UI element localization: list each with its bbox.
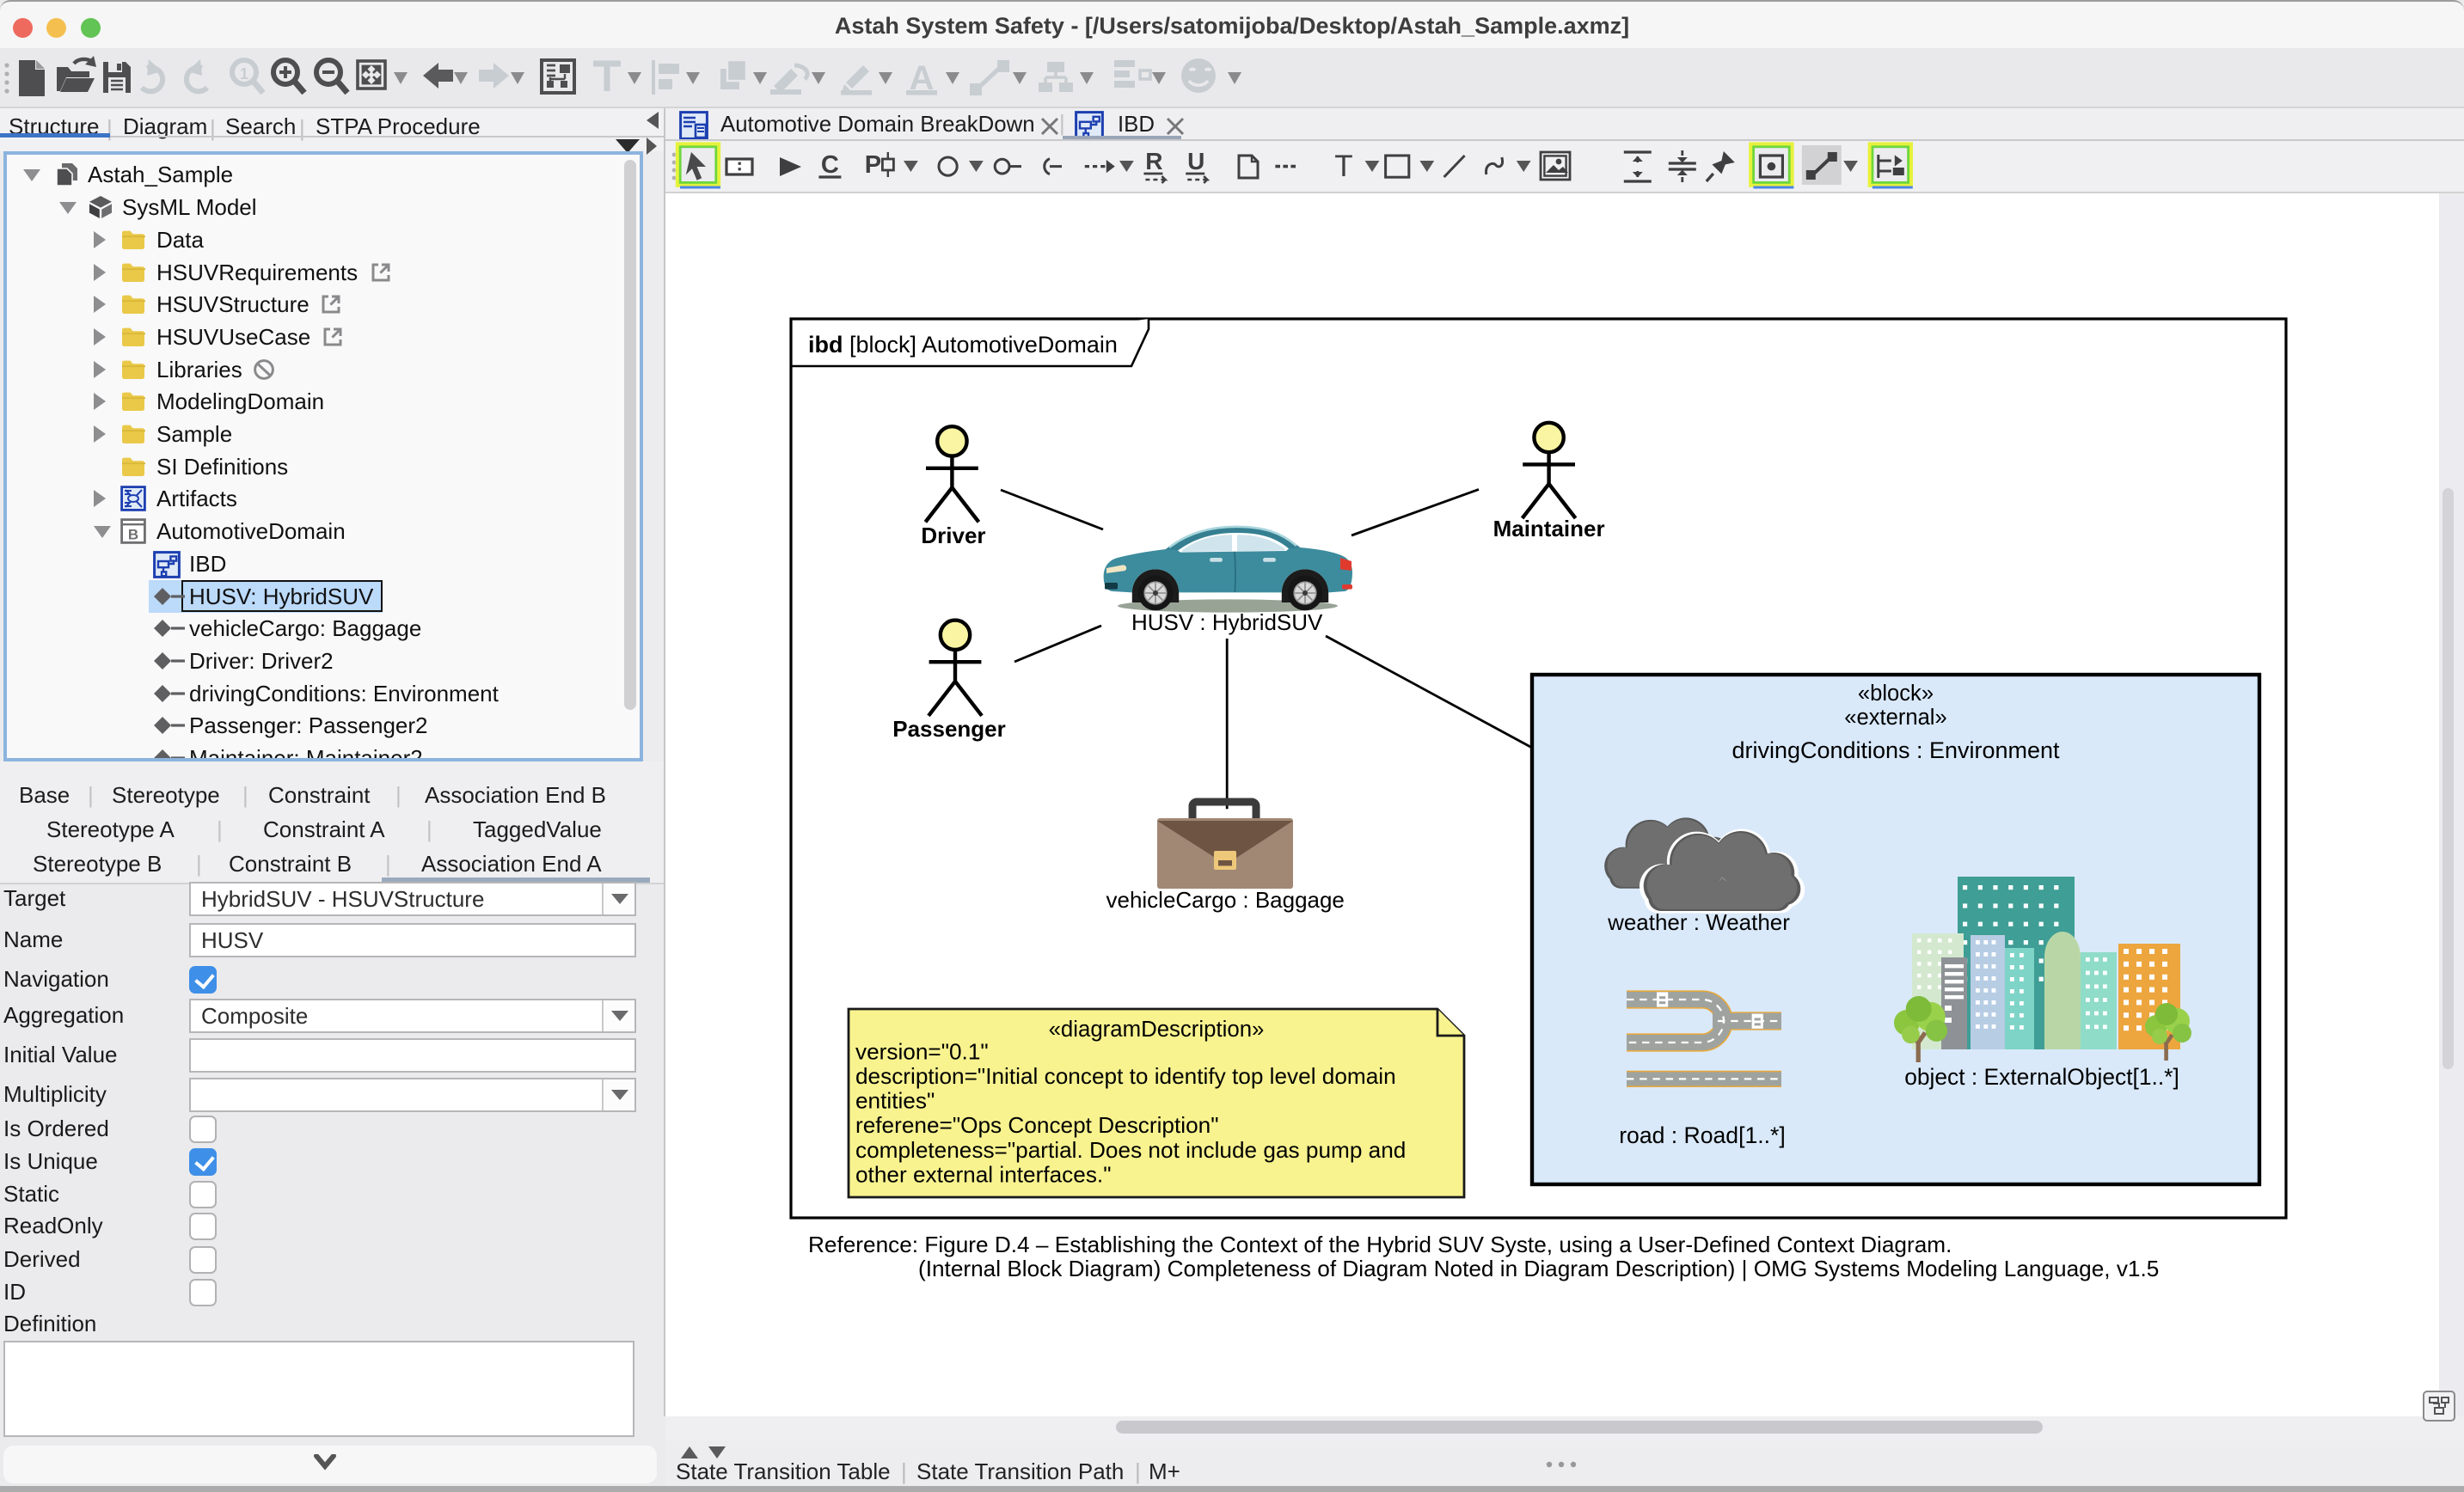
svg-text:U: U	[1187, 148, 1204, 174]
svg-text:(Internal Block Diagram) Compl: (Internal Block Diagram) Completeness of…	[918, 1256, 2159, 1281]
svg-text:«external»: «external»	[1844, 706, 1946, 730]
svg-text:Passenger: Passenger	[892, 716, 1005, 742]
svg-text:P: P	[865, 151, 881, 179]
svg-text:Driver: Driver	[921, 523, 985, 548]
svg-text:HUSV : HybridSUV: HUSV : HybridSUV	[1131, 609, 1323, 635]
svg-text:T: T	[1334, 150, 1352, 183]
svg-text:weather : Weather: weather : Weather	[1607, 909, 1790, 935]
svg-text:description="Initial concept t: description="Initial concept to identify…	[855, 1063, 1396, 1089]
svg-text:R: R	[1145, 148, 1162, 174]
svg-text:Reference: Figure D.4 – Establ: Reference: Figure D.4 – Establishing the…	[808, 1232, 1952, 1257]
svg-text:object : ExternalObject[1..*]: object : ExternalObject[1..*]	[1904, 1064, 2179, 1090]
svg-text:«block»: «block»	[1858, 682, 1934, 706]
svg-text:B: B	[128, 526, 138, 542]
svg-text:road : Road[1..*]: road : Road[1..*]	[1619, 1122, 1786, 1148]
svg-text:drivingConditions : Environmen: drivingConditions : Environment	[1732, 737, 2059, 763]
svg-text:vehicleCargo : Baggage: vehicleCargo : Baggage	[1106, 887, 1345, 913]
svg-text:completeness="partial. Does no: completeness="partial. Does not include …	[855, 1137, 1406, 1163]
svg-text:1: 1	[240, 65, 248, 83]
svg-text:entities": entities"	[855, 1088, 935, 1114]
svg-text:referene="Ops Concept Descript: referene="Ops Concept Description"	[855, 1112, 1219, 1138]
svg-text:version="0.1": version="0.1"	[855, 1038, 989, 1064]
svg-text:«diagramDescription»: «diagramDescription»	[1049, 1018, 1265, 1042]
svg-text:C: C	[821, 151, 839, 179]
svg-text:ibd [block] AutomotiveDomain: ibd [block] AutomotiveDomain	[808, 332, 1118, 358]
svg-text:other external interfaces.": other external interfaces."	[855, 1161, 1112, 1187]
svg-text:Maintainer: Maintainer	[1493, 516, 1605, 541]
